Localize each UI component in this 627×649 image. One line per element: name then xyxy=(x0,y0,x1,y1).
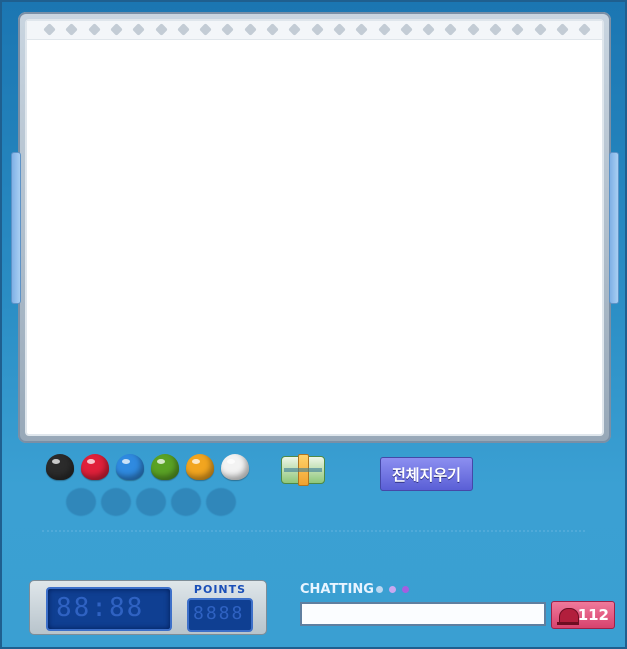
game-frame: 전체지우기 88:88 POINTS 8888 CHATTING 112 xyxy=(0,0,627,649)
ring-marker xyxy=(511,23,525,36)
palette-shadow xyxy=(66,488,96,516)
color-red-button[interactable] xyxy=(81,454,109,480)
chat-indicator-dot xyxy=(389,586,396,593)
color-orange-button[interactable] xyxy=(186,454,214,480)
left-board-handle xyxy=(11,152,21,304)
ring-marker xyxy=(110,23,123,36)
ring-marker xyxy=(489,23,502,36)
ring-marker xyxy=(355,23,369,36)
ring-marker xyxy=(533,23,547,36)
ring-marker xyxy=(399,23,413,36)
ring-marker xyxy=(199,23,212,36)
color-green-button[interactable] xyxy=(151,454,179,480)
ring-marker xyxy=(266,23,279,36)
ring-marker xyxy=(65,23,79,36)
points-display: 8888 xyxy=(187,598,253,632)
ring-marker xyxy=(556,23,569,36)
count-badge[interactable]: 112 xyxy=(551,601,615,629)
chat-input[interactable] xyxy=(300,602,546,626)
ring-marker xyxy=(176,23,190,36)
palette-shadow xyxy=(136,488,166,516)
right-board-handle xyxy=(609,152,619,304)
count-value: 112 xyxy=(577,606,609,624)
divider xyxy=(42,530,585,532)
ring-marker xyxy=(288,23,302,36)
chat-label: CHATTING xyxy=(300,582,374,597)
points-digits: 8888 xyxy=(193,603,245,624)
ring-marker xyxy=(444,23,458,36)
ring-marker xyxy=(154,23,168,36)
ring-marker xyxy=(578,23,592,36)
palette-shadow xyxy=(206,488,236,516)
ring-marker xyxy=(43,23,56,36)
drawing-board xyxy=(18,12,611,443)
ring-marker xyxy=(87,23,101,36)
color-black-button[interactable] xyxy=(46,454,74,480)
color-white-button[interactable] xyxy=(221,454,249,480)
ring-marker xyxy=(243,23,257,36)
bell-icon xyxy=(557,608,579,625)
ring-marker xyxy=(310,23,324,36)
ring-marker xyxy=(333,23,346,36)
palette-shadow xyxy=(101,488,131,516)
ring-marker xyxy=(377,23,391,36)
timer-digits: 88:88 xyxy=(56,593,145,623)
eraser-icon[interactable] xyxy=(281,454,325,486)
score-display-panel: 88:88 POINTS 8888 xyxy=(29,580,267,635)
chat-indicator-dot xyxy=(402,586,409,593)
ring-marker xyxy=(422,23,435,36)
color-blue-button[interactable] xyxy=(116,454,144,480)
chat-indicator-dot xyxy=(376,586,383,593)
palette-shadow xyxy=(171,488,201,516)
ring-marker xyxy=(466,23,480,36)
notebook-ring-strip xyxy=(27,21,602,40)
ring-marker xyxy=(132,23,146,36)
ring-marker xyxy=(221,23,235,36)
clear-all-button[interactable]: 전체지우기 xyxy=(380,457,473,491)
points-label: POINTS xyxy=(193,583,247,596)
timer-display: 88:88 xyxy=(46,587,172,631)
drawing-canvas[interactable] xyxy=(25,19,604,436)
